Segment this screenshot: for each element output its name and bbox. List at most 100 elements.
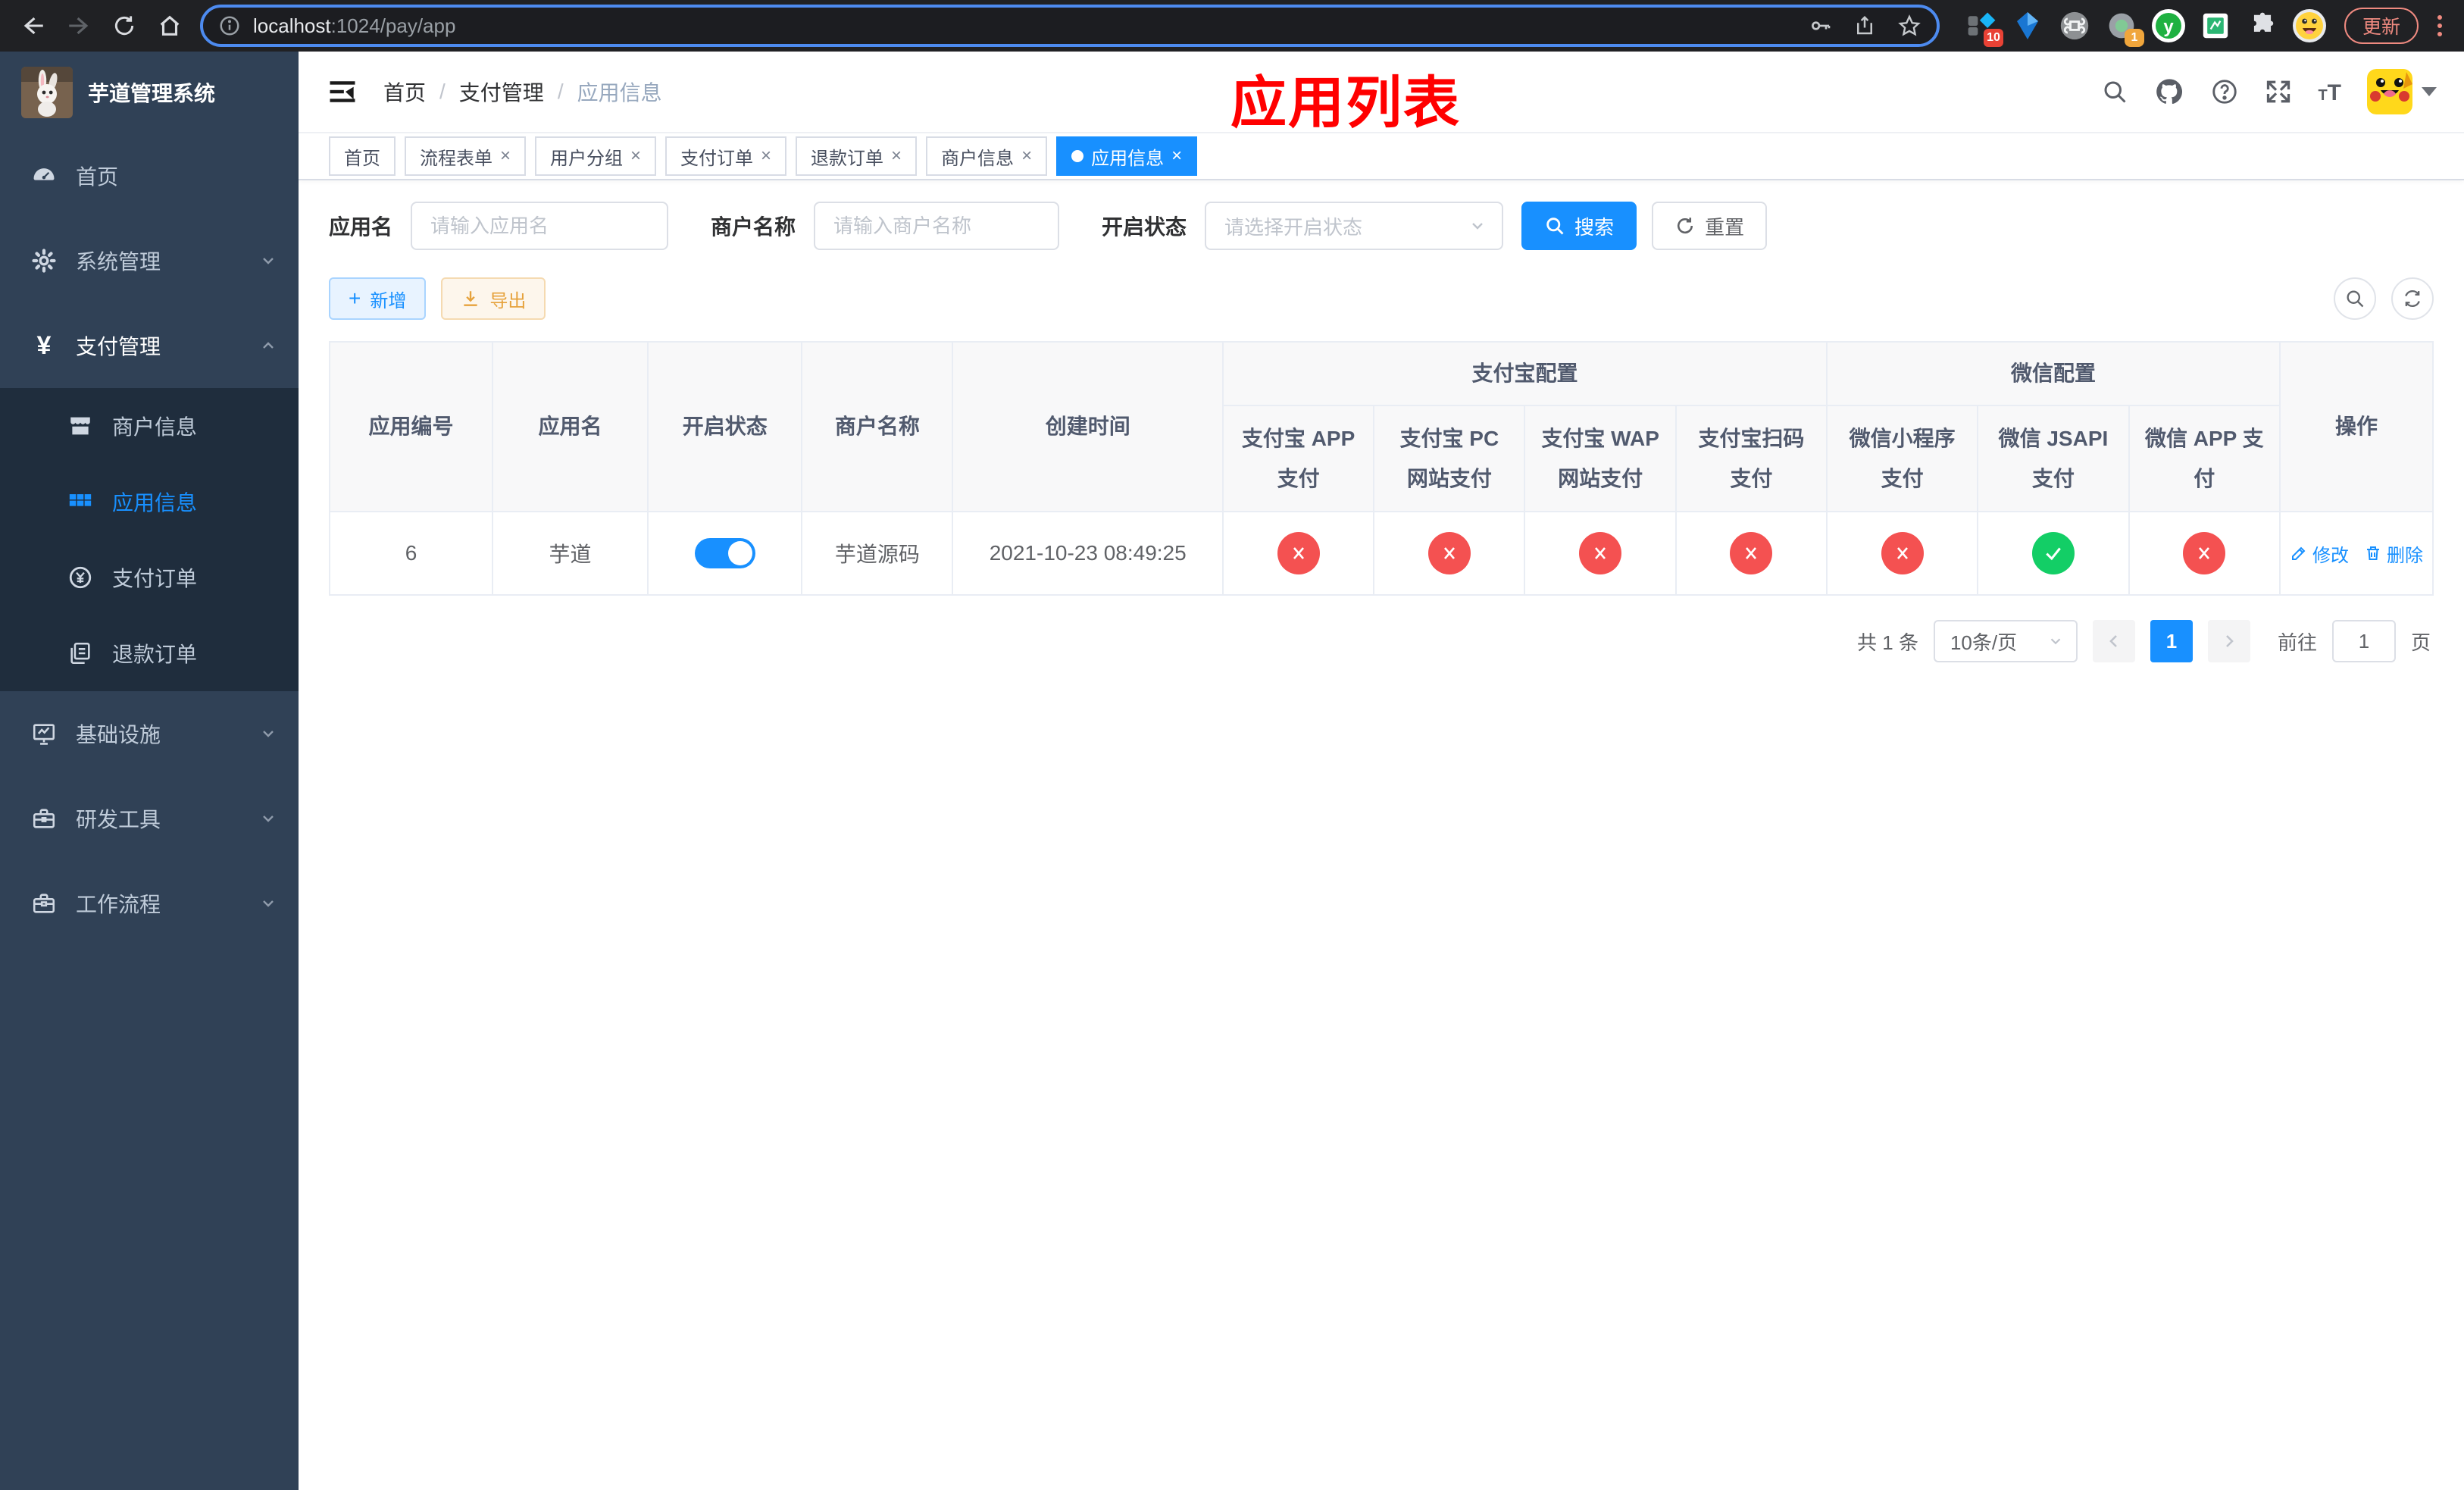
- edit-link[interactable]: 修改: [2290, 540, 2349, 567]
- help-icon[interactable]: [2210, 77, 2239, 106]
- close-icon[interactable]: ×: [761, 147, 771, 165]
- column-header-alipay-pc: 支付宝 PC 网站支付: [1373, 405, 1526, 512]
- close-icon[interactable]: ×: [630, 147, 641, 165]
- browser-forward-button[interactable]: [58, 5, 100, 47]
- column-header-actions: 操作: [2278, 341, 2434, 512]
- sidebar-item-infrastructure[interactable]: 基础设施: [0, 691, 299, 776]
- browser-update-button[interactable]: 更新: [2344, 8, 2419, 44]
- dashboard-icon: [30, 163, 58, 189]
- sidebar-item-system[interactable]: 系统管理: [0, 218, 299, 303]
- breadcrumb-payment[interactable]: 支付管理: [459, 77, 544, 107]
- app-name-input[interactable]: [411, 202, 669, 250]
- collapse-sidebar-button[interactable]: [326, 75, 359, 108]
- chevron-right-icon: [2226, 635, 2234, 647]
- reset-button[interactable]: 重置: [1652, 202, 1768, 250]
- breadcrumb-home[interactable]: 首页: [383, 77, 426, 107]
- extension-notes[interactable]: [2199, 9, 2232, 42]
- plus-icon: +: [349, 286, 361, 310]
- tabs-bar: 首页 流程表单 × 用户分组 × 支付订单 × 退款订单 × 商户信息 × 应用…: [299, 133, 2464, 180]
- refresh-icon: [2405, 290, 2420, 308]
- sidebar-logo[interactable]: 芋道管理系统: [0, 52, 299, 133]
- extension-emoji-avatar[interactable]: [2292, 9, 2326, 42]
- tab-merchant-info[interactable]: 商户信息 ×: [926, 136, 1048, 176]
- sidebar-item-refund-orders[interactable]: 退款订单: [0, 615, 299, 691]
- sidebar-item-workflow[interactable]: 工作流程: [0, 861, 299, 946]
- extension-tampermonkey[interactable]: 10: [1964, 9, 2003, 47]
- delete-link[interactable]: 删除: [2364, 540, 2423, 567]
- url-bar[interactable]: localhost:1024/pay/app: [200, 5, 1940, 47]
- close-icon[interactable]: ×: [500, 147, 511, 165]
- browser-reload-button[interactable]: [103, 5, 145, 47]
- command-icon: [2060, 11, 2089, 40]
- share-icon[interactable]: [1853, 14, 1876, 37]
- toggle-search-button[interactable]: [2334, 277, 2376, 320]
- column-header-alipay-wap: 支付宝 WAP 网站支付: [1524, 405, 1677, 512]
- extension-kite[interactable]: [2011, 9, 2044, 42]
- tab-refund-orders[interactable]: 退款订单 ×: [796, 136, 918, 176]
- column-header-wechat-jsapi: 微信 JSAPI 支付: [1977, 405, 2130, 512]
- svg-text:y: y: [2163, 17, 2174, 37]
- sidebar-item-app-info[interactable]: 应用信息: [0, 464, 299, 540]
- browser-home-button[interactable]: [149, 5, 191, 47]
- extension-y-logo[interactable]: y: [2151, 9, 2185, 42]
- sidebar-item-label: 工作流程: [76, 893, 161, 916]
- extension-command[interactable]: [2058, 9, 2091, 42]
- bookmark-star-icon[interactable]: [1897, 14, 1921, 38]
- close-icon[interactable]: ×: [891, 147, 902, 165]
- table-toolbar: + 新增 导出: [329, 277, 2434, 320]
- status-toggle[interactable]: [694, 538, 755, 568]
- sidebar-item-home[interactable]: 首页: [0, 133, 299, 218]
- browser-menu-button[interactable]: [2428, 8, 2452, 44]
- tab-pay-orders[interactable]: 支付订单 ×: [665, 136, 787, 176]
- tab-process-form[interactable]: 流程表单 ×: [405, 136, 527, 176]
- tab-label: 商户信息: [941, 148, 1015, 169]
- monitor-icon: [30, 721, 58, 747]
- sidebar-menu: 首页 系统管理 ¥ 支付管理 商户信息 应用信息 支付订单 退款订单 基础设施 …: [0, 133, 299, 1490]
- sidebar-item-payment[interactable]: ¥ 支付管理: [0, 303, 299, 388]
- extension-recorder[interactable]: 1: [2105, 9, 2144, 47]
- app-title: 芋道管理系统: [88, 82, 216, 105]
- prev-page-button[interactable]: [2092, 620, 2135, 662]
- browser-back-button[interactable]: [12, 5, 55, 47]
- page-size-select[interactable]: 10条/页: [1933, 620, 2078, 662]
- font-size-icon[interactable]: TT: [2318, 80, 2341, 105]
- home-icon: [160, 15, 180, 36]
- refresh-button[interactable]: [2391, 277, 2434, 320]
- goto-label: 前往: [2277, 631, 2317, 654]
- fullscreen-icon[interactable]: [2265, 78, 2292, 105]
- yuan-circle-icon: [67, 565, 94, 590]
- tab-home[interactable]: 首页: [329, 136, 396, 176]
- github-icon[interactable]: [2154, 77, 2184, 107]
- add-button[interactable]: + 新增: [329, 277, 427, 320]
- tab-app-info[interactable]: 应用信息 ×: [1056, 136, 1198, 176]
- grid-table-icon: [67, 489, 94, 515]
- extension-badge: 10: [1983, 29, 2003, 47]
- sidebar-item-merchant-info[interactable]: 商户信息: [0, 388, 299, 464]
- pagination: 共 1 条 10条/页 1 前往 页: [329, 620, 2431, 662]
- sidebar-item-dev-tools[interactable]: 研发工具: [0, 776, 299, 861]
- page-number-1[interactable]: 1: [2150, 620, 2193, 662]
- caret-down-icon: [2422, 87, 2437, 96]
- export-button[interactable]: 导出: [441, 277, 546, 320]
- password-key-icon[interactable]: [1808, 14, 1832, 38]
- close-icon[interactable]: ×: [1171, 147, 1182, 165]
- tab-user-group[interactable]: 用户分组 ×: [535, 136, 657, 176]
- site-info-icon[interactable]: [218, 14, 241, 37]
- notes-icon: [2203, 13, 2228, 39]
- storefront-icon: [67, 413, 94, 439]
- alipay-pc-status-icon: [1427, 532, 1471, 574]
- browser-chrome: localhost:1024/pay/app 10 1 y 更新: [0, 0, 2464, 52]
- search-button[interactable]: 搜索: [1521, 202, 1637, 250]
- extensions-puzzle-button[interactable]: [2246, 9, 2279, 42]
- tab-label: 应用信息: [1091, 148, 1165, 169]
- goto-page-input[interactable]: [2331, 620, 2396, 662]
- status-select[interactable]: 请选择开启状态: [1205, 202, 1504, 250]
- search-icon[interactable]: [2101, 78, 2128, 105]
- merchant-name-input[interactable]: [814, 202, 1060, 250]
- close-icon[interactable]: ×: [1021, 147, 1032, 165]
- reset-button-label: 重置: [1705, 215, 1745, 239]
- next-page-button[interactable]: [2207, 620, 2250, 662]
- user-menu[interactable]: [2367, 69, 2437, 114]
- sidebar-item-pay-orders[interactable]: 支付订单: [0, 540, 299, 615]
- group-header-wechat: 微信配置: [1826, 341, 2281, 406]
